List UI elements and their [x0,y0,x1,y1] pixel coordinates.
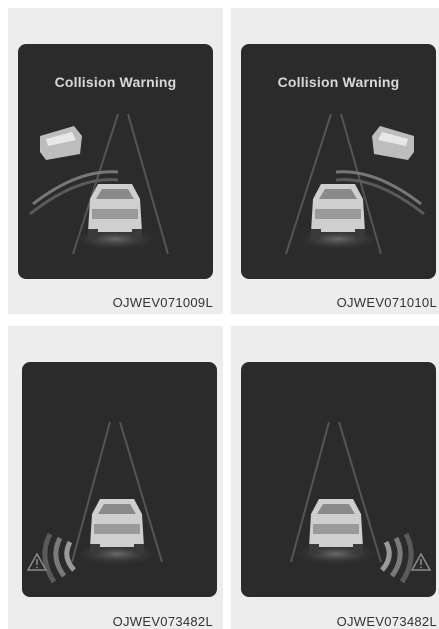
figure-panel-1: Collision Warning OJWEV071009L [8,8,223,314]
figure-panel-4: OJWEV073482L [231,326,439,629]
display-screen-1: Collision Warning [18,44,213,279]
figure-caption-3: OJWEV073482L [112,614,213,629]
side-vehicle-icon [40,126,82,160]
rear-sensor-arcs [42,532,76,584]
display-screen-2: Collision Warning [241,44,436,279]
side-vehicle-icon [372,126,414,160]
figure-caption-4: OJWEV073482L [336,614,437,629]
figure-caption-1: OJWEV071009L [112,295,213,310]
ego-vehicle-icon [298,499,374,564]
figure-caption-2: OJWEV071010L [336,295,437,310]
figure-panel-3: OJWEV073482L [8,326,223,629]
rear-sensor-arcs [380,532,414,584]
display-screen-3 [22,362,217,597]
ego-vehicle-icon [77,184,153,249]
warning-triangle-icon [410,552,432,571]
ego-vehicle-icon [79,499,155,564]
display-screen-4 [241,362,436,597]
figure-panel-2: Collision Warning OJWEV071010L [231,8,439,314]
